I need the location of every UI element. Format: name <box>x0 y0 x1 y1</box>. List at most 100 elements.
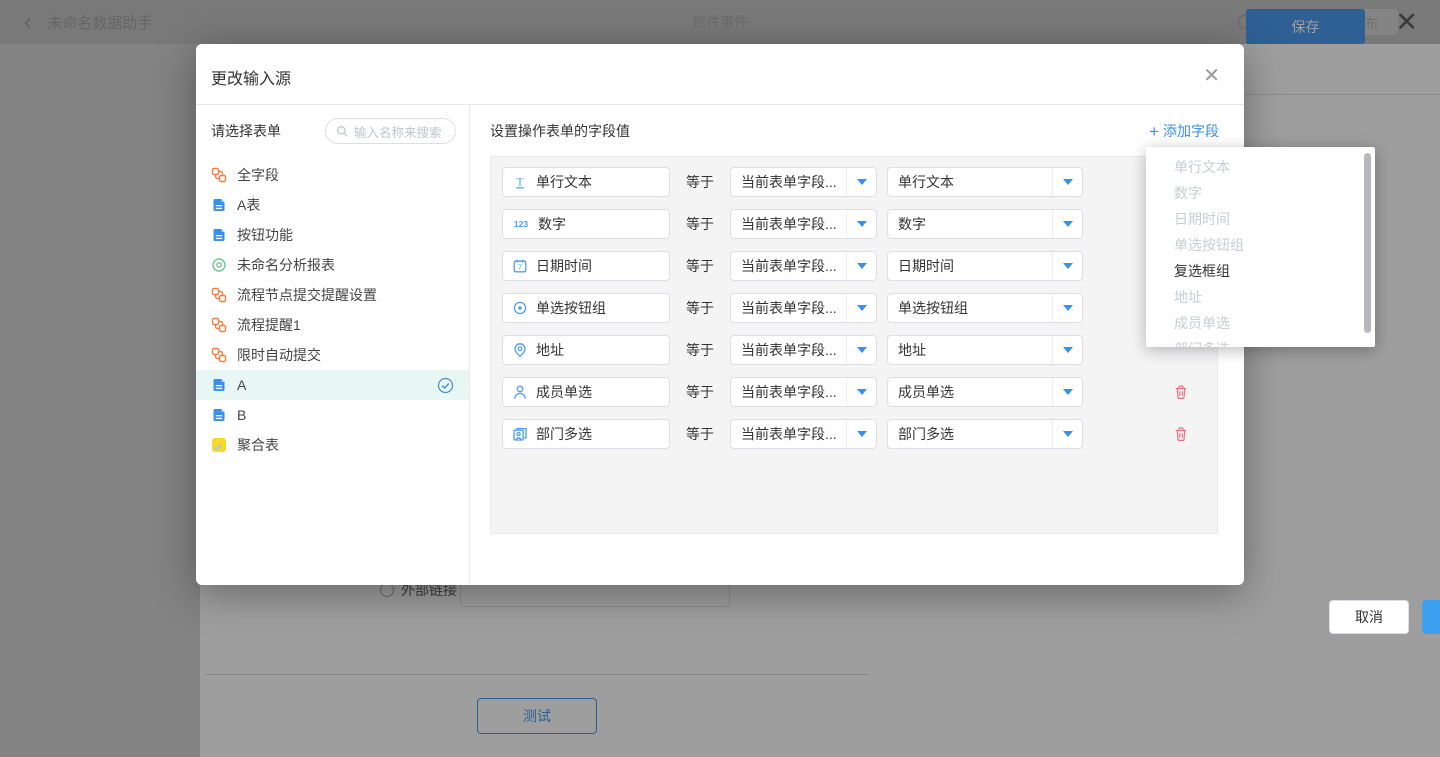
target-field-box[interactable]: 地址 <box>502 335 670 365</box>
form-doc-icon <box>211 377 227 393</box>
form-list-item[interactable]: 按钮功能 <box>196 220 469 250</box>
field-label: 部门多选 <box>536 424 592 444</box>
form-item-label: 按钮功能 <box>237 225 293 245</box>
form-doc-icon <box>211 227 227 243</box>
source-type-select[interactable]: 当前表单字段... <box>730 293 877 323</box>
operator-label: 等于 <box>670 214 730 234</box>
flow-icon <box>211 347 227 363</box>
check-circle-icon <box>437 377 454 394</box>
source-field-value: 部门多选 <box>888 424 1052 444</box>
report-icon <box>211 257 227 273</box>
source-type-value: 当前表单字段... <box>731 424 846 444</box>
source-type-value: 当前表单字段... <box>731 256 846 276</box>
field-rows-panel: T 单行文本 等于 当前表单字段... 单行文本 <box>490 156 1218 534</box>
delete-row-button[interactable] <box>1173 384 1189 400</box>
operator-label: 等于 <box>670 340 730 360</box>
form-list: 全字段 A表 按钮功能 未命名分析报表 <box>196 160 469 460</box>
target-field-box[interactable]: 成员单选 <box>502 377 670 407</box>
add-field-dropdown: 单行文本 数字 日期时间 单选按钮组 复选框组 地址 成员单选 部门多选 <box>1146 147 1375 347</box>
form-list-item[interactable]: 限时自动提交 <box>196 340 469 370</box>
source-type-value: 当前表单字段... <box>731 172 846 192</box>
source-field-select[interactable]: 单行文本 <box>887 167 1083 197</box>
source-field-value: 单选按钮组 <box>888 298 1052 318</box>
source-type-select[interactable]: 当前表单字段... <box>730 335 877 365</box>
source-type-select[interactable]: 当前表单字段... <box>730 419 877 449</box>
source-field-select[interactable]: 地址 <box>887 335 1083 365</box>
field-row: 成员单选 等于 当前表单字段... 成员单选 <box>502 377 1217 407</box>
page: ‹ 未命名数据助手 控件事件 使用帮助 发布 保存 ✕ 外部链接 测试 更改输入… <box>0 0 1440 757</box>
operator-label: 等于 <box>670 298 730 318</box>
trash-icon <box>1173 384 1189 400</box>
dropdown-item: 单选按钮组 <box>1146 232 1375 258</box>
field-label: 地址 <box>536 340 564 360</box>
source-field-value: 地址 <box>888 340 1052 360</box>
form-item-label: 流程节点提交提醒设置 <box>237 285 377 305</box>
form-list-item[interactable]: 流程节点提交提醒设置 <box>196 280 469 310</box>
dialog-close-icon[interactable]: ✕ <box>1203 63 1220 88</box>
chevron-down-icon <box>1063 431 1073 437</box>
dropdown-item-checkbox-group[interactable]: 复选框组 <box>1146 258 1375 284</box>
chevron-down-icon <box>1063 389 1073 395</box>
delete-row-button[interactable] <box>1173 426 1189 442</box>
source-type-select[interactable]: 当前表单字段... <box>730 377 877 407</box>
field-mapping-panel: 设置操作表单的字段值 + 添加字段 T 单行文本 等于 当前 <box>470 105 1244 584</box>
form-item-label: 未命名分析报表 <box>237 255 335 275</box>
operator-label: 等于 <box>670 382 730 402</box>
field-row: 123 数字 等于 当前表单字段... 数字 <box>502 209 1217 239</box>
form-item-label: 全字段 <box>237 165 279 185</box>
dialog-header: 更改输入源 ✕ <box>196 44 1244 105</box>
field-row: 部门多选 等于 当前表单字段... 部门多选 <box>502 419 1217 449</box>
form-list-item[interactable]: 全字段 <box>196 160 469 190</box>
source-field-select[interactable]: 日期时间 <box>887 251 1083 281</box>
form-list-item[interactable]: 未命名分析报表 <box>196 250 469 280</box>
source-field-select[interactable]: 数字 <box>887 209 1083 239</box>
add-field-button[interactable]: + 添加字段 <box>1149 121 1219 141</box>
dropdown-item: 数字 <box>1146 180 1375 206</box>
target-field-box[interactable]: 7 日期时间 <box>502 251 670 281</box>
panel-title: 设置操作表单的字段值 <box>490 121 630 141</box>
form-list-item[interactable]: 流程提醒1 <box>196 310 469 340</box>
source-type-select[interactable]: 当前表单字段... <box>730 209 877 239</box>
dropdown-item: 日期时间 <box>1146 206 1375 232</box>
plus-icon: + <box>1149 123 1159 140</box>
change-input-source-dialog: 更改输入源 ✕ 请选择表单 输入名称来搜索 全字段 <box>196 44 1244 585</box>
source-field-value: 日期时间 <box>888 256 1052 276</box>
chevron-down-icon <box>857 347 867 353</box>
field-label: 单行文本 <box>536 172 592 192</box>
flow-icon <box>211 287 227 303</box>
source-type-select[interactable]: 当前表单字段... <box>730 251 877 281</box>
dropdown-scrollbar[interactable] <box>1364 153 1371 333</box>
aggregate-table-icon <box>211 437 227 453</box>
target-field-box[interactable]: T 单行文本 <box>502 167 670 197</box>
search-input[interactable]: 输入名称来搜索 <box>325 118 456 144</box>
source-type-select[interactable]: 当前表单字段... <box>730 167 877 197</box>
source-field-select[interactable]: 单选按钮组 <box>887 293 1083 323</box>
source-field-value: 单行文本 <box>888 172 1052 192</box>
form-item-label: 聚合表 <box>237 435 279 455</box>
svg-text:123: 123 <box>514 219 528 229</box>
operator-label: 等于 <box>670 256 730 276</box>
source-type-value: 当前表单字段... <box>731 340 846 360</box>
add-field-label: 添加字段 <box>1163 121 1219 141</box>
svg-text:7: 7 <box>518 265 522 272</box>
target-field-box[interactable]: 123 数字 <box>502 209 670 239</box>
form-list-item[interactable]: B <box>196 400 469 430</box>
form-item-label: B <box>237 407 246 423</box>
target-field-box[interactable]: 单选按钮组 <box>502 293 670 323</box>
chevron-down-icon <box>1063 179 1073 185</box>
operator-label: 等于 <box>670 172 730 192</box>
form-picker-sidebar: 请选择表单 输入名称来搜索 全字段 A表 <box>196 105 470 584</box>
form-list-item[interactable]: 聚合表 <box>196 430 469 460</box>
source-field-select[interactable]: 成员单选 <box>887 377 1083 407</box>
target-field-box[interactable]: 部门多选 <box>502 419 670 449</box>
confirm-button[interactable]: 确定 <box>1422 600 1440 634</box>
cancel-button[interactable]: 取消 <box>1329 600 1409 634</box>
source-field-select[interactable]: 部门多选 <box>887 419 1083 449</box>
field-label: 日期时间 <box>536 256 592 276</box>
form-item-label: A <box>237 377 246 393</box>
text-field-icon: T <box>512 174 528 190</box>
source-field-value: 数字 <box>888 214 1052 234</box>
form-list-item-selected[interactable]: A <box>196 370 469 400</box>
number-field-icon: 123 <box>512 216 530 232</box>
form-list-item[interactable]: A表 <box>196 190 469 220</box>
